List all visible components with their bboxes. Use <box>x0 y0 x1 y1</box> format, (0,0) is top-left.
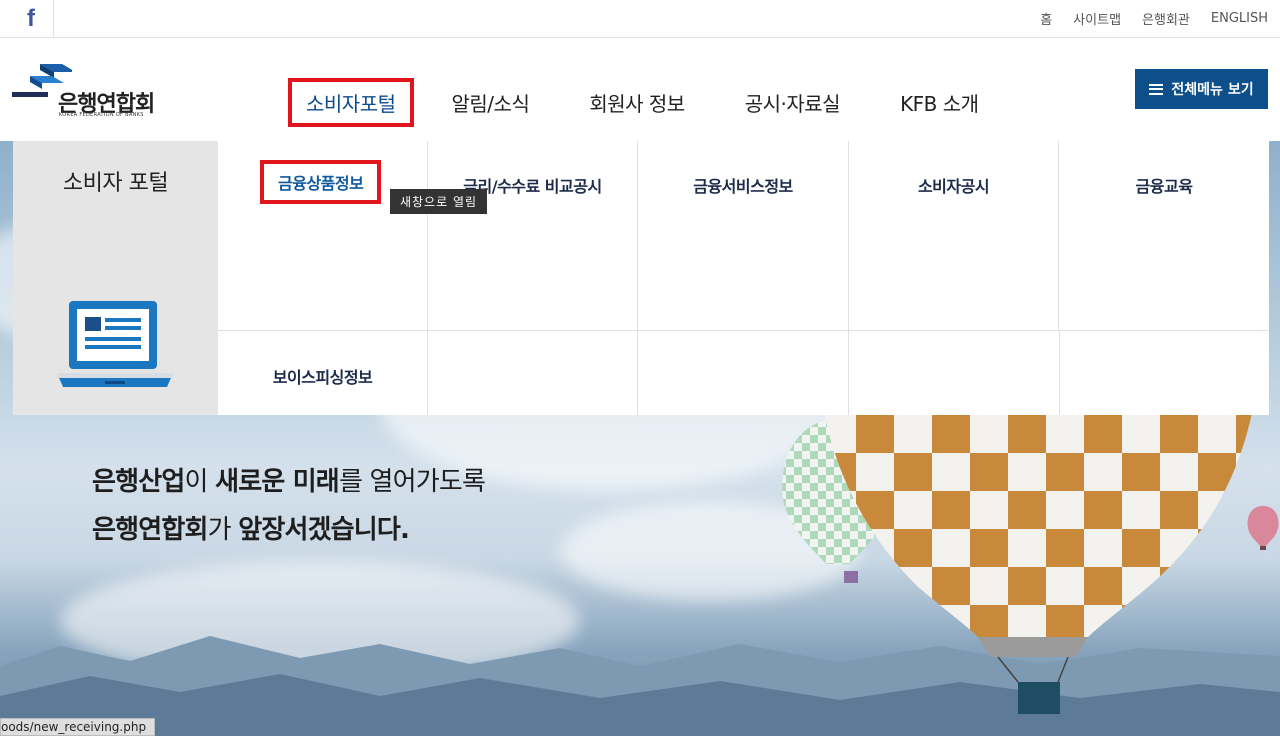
sitemap-link[interactable]: 사이트맵 <box>1073 9 1121 28</box>
submenu-financial-services[interactable]: 금융서비스정보 <box>638 173 848 197</box>
large-balloon-icon <box>818 377 1258 714</box>
submenu-cell <box>1060 330 1269 415</box>
new-window-tooltip: 새창으로 열림 <box>390 189 487 214</box>
hero-text: 가 <box>207 515 239 545</box>
submenu-cell <box>638 330 849 415</box>
nav-member-info[interactable]: 회원사 정보 <box>589 88 685 117</box>
all-menu-button[interactable]: 전체메뉴 보기 <box>1135 69 1268 109</box>
nav-disclosure[interactable]: 공시·자료실 <box>745 88 841 117</box>
facebook-icon: f <box>27 4 35 32</box>
english-link[interactable]: ENGLISH <box>1211 11 1268 26</box>
utility-links: 홈 사이트맵 은행회관 ENGLISH <box>1040 0 1268 37</box>
facebook-link[interactable]: f <box>12 0 54 37</box>
top-utility-bar: f 홈 사이트맵 은행회관 ENGLISH <box>0 0 1280 38</box>
submenu-side-panel: 소비자 포털 <box>13 141 218 415</box>
kfb-logo[interactable]: 은행연합회 KOREA FEDERATION OF BANKS <box>12 58 162 123</box>
submenu-consumer-disclosure[interactable]: 소비자공시 <box>849 173 1058 197</box>
submenu-column: 금융교육 <box>1059 141 1269 331</box>
submenu-title: 소비자 포털 <box>62 171 169 196</box>
submenu-column: 금융서비스정보 <box>638 141 849 331</box>
hero-text: 를 열어가도록 <box>338 467 486 497</box>
main-nav: 소비자포털 알림/소식 회원사 정보 공시·자료실 KFB 소개 <box>288 77 1039 127</box>
hero-text: 앞장서겠습니다. <box>238 515 410 545</box>
hero-text: 은행산업 <box>92 467 185 497</box>
submenu-cell <box>849 330 1060 415</box>
submenu-grid: 금융상품정보 금리/수수료 비교공시 금융서비스정보 소비자공시 금융교육 보이… <box>218 141 1269 415</box>
hero-text: 이 <box>184 467 216 497</box>
laptop-document-icon <box>57 301 173 387</box>
status-bar-url: oods/new_receiving.php <box>0 718 156 736</box>
submenu-financial-products[interactable]: 금융상품정보 <box>260 160 382 204</box>
nav-news[interactable]: 알림/소식 <box>452 88 530 117</box>
nav-consumer-portal[interactable]: 소비자포털 <box>288 77 414 127</box>
nav-about-kfb[interactable]: KFB 소개 <box>900 88 979 117</box>
submenu-column: 소비자공시 <box>849 141 1059 331</box>
all-menu-label: 전체메뉴 보기 <box>1171 82 1254 98</box>
consumer-portal-submenu: 소비자 포털 금융상품정보 금리/수수료 비교공시 금융서비스정보 소비자공시 <box>13 141 1269 415</box>
submenu-cell: 보이스피싱정보 <box>218 330 428 415</box>
hero-slogan-line2: 은행연합회가 앞장서겠습니다. <box>92 509 410 546</box>
tiny-balloon-icon <box>1247 506 1279 550</box>
submenu-voice-phishing[interactable]: 보이스피싱정보 <box>218 364 427 388</box>
hero-text: 새로운 미래 <box>215 467 340 497</box>
hamburger-icon <box>1149 83 1164 95</box>
logo-english-text: KOREA FEDERATION OF BANKS <box>59 112 144 118</box>
submenu-column: 금리/수수료 비교공시 <box>428 141 638 331</box>
hero-slogan-line1: 은행산업이 새로운 미래를 열어가도록 <box>92 461 486 498</box>
header: 은행연합회 KOREA FEDERATION OF BANKS 소비자포털 알림… <box>0 38 1280 141</box>
home-link[interactable]: 홈 <box>1040 9 1052 28</box>
hero-text: 은행연합회 <box>92 515 208 545</box>
submenu-cell <box>428 330 638 415</box>
submenu-financial-education[interactable]: 금융교육 <box>1059 173 1269 197</box>
submenu-column: 금융상품정보 <box>218 141 428 331</box>
bank-hall-link[interactable]: 은행회관 <box>1142 9 1190 28</box>
